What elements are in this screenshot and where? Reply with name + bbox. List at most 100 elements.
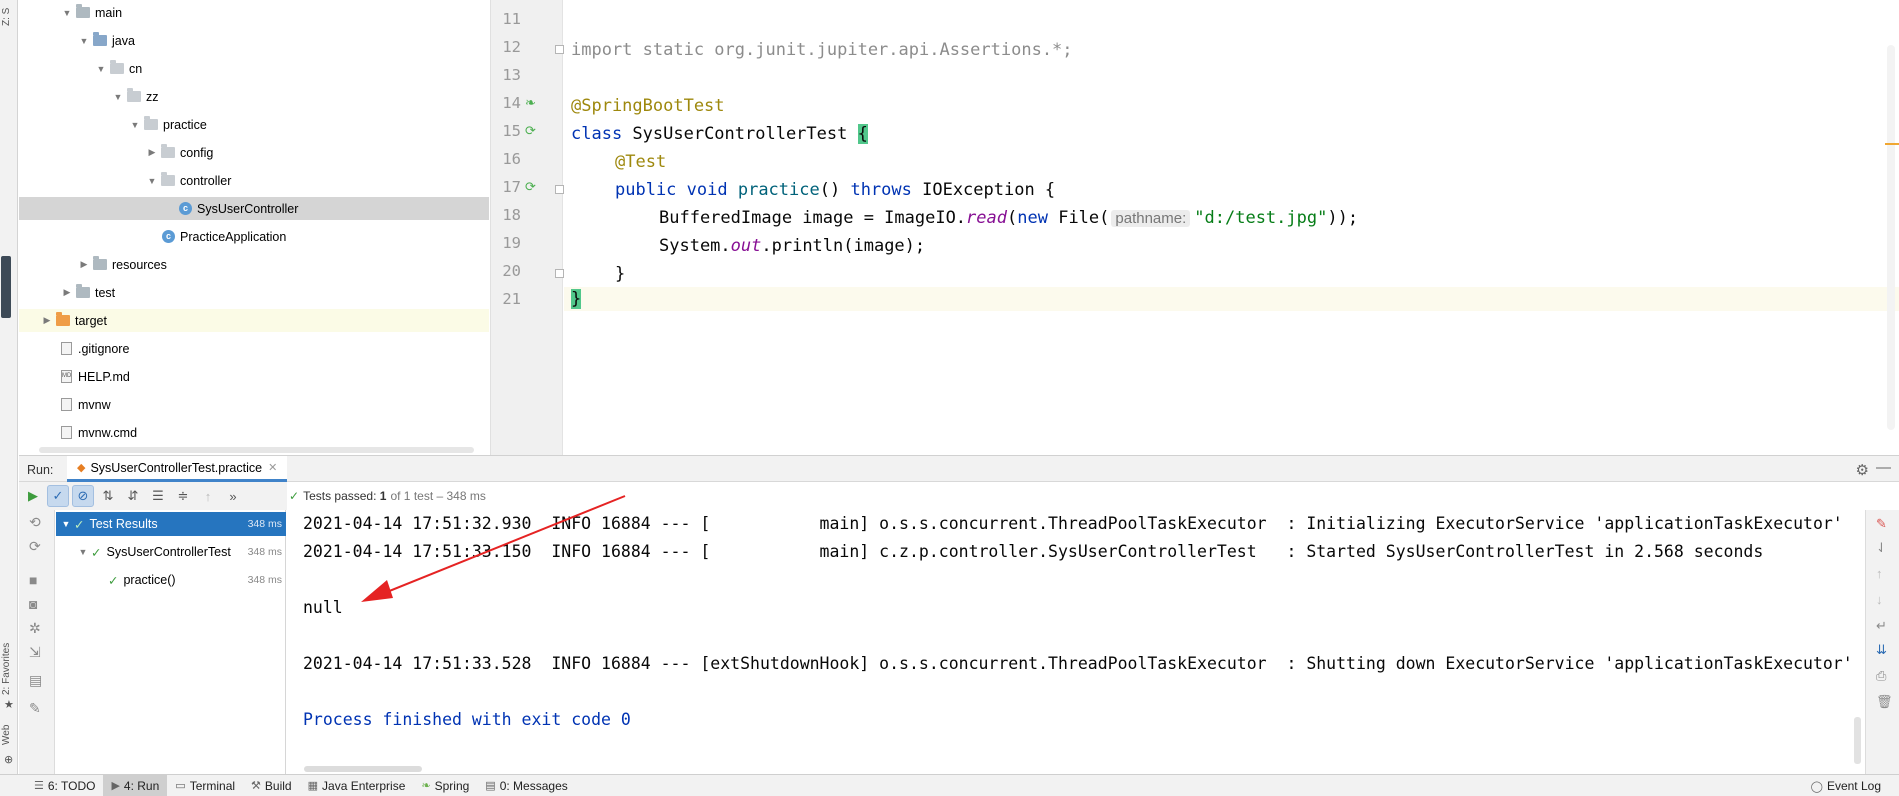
class-icon: c bbox=[162, 230, 175, 243]
file-icon bbox=[61, 398, 72, 411]
minimize-icon[interactable]: — bbox=[1876, 459, 1891, 476]
settings-icon[interactable]: ✲ bbox=[29, 620, 41, 637]
project-horizontal-scrollbar[interactable] bbox=[39, 447, 474, 453]
star-icon: ★ bbox=[4, 699, 14, 711]
tree-item-test[interactable]: ▶ test bbox=[19, 281, 489, 304]
test-class-item[interactable]: ▼ ✓ SysUserControllerTest 348 ms bbox=[56, 540, 286, 564]
stop-icon[interactable]: ■ bbox=[29, 572, 37, 588]
code-line-14: @SpringBootTest bbox=[571, 94, 725, 118]
camera-icon[interactable]: ◙ bbox=[29, 596, 37, 612]
run-test-icon[interactable]: ⟳ bbox=[525, 123, 536, 139]
down-icon[interactable]: ↓ bbox=[1876, 592, 1883, 607]
tree-item-resources[interactable]: ▶ resources bbox=[19, 253, 489, 276]
rerun-failed-icon[interactable]: ⟲ bbox=[29, 514, 41, 531]
clear-marker-icon[interactable]: ✎ bbox=[1876, 516, 1887, 532]
sort-alphabetically-icon[interactable]: ⇅ bbox=[97, 485, 119, 507]
tree-item-practiceapplication[interactable]: c PracticeApplication bbox=[19, 225, 489, 248]
run-test-icon[interactable]: ⟳ bbox=[525, 179, 536, 195]
chevron-down-icon[interactable]: ▼ bbox=[78, 36, 90, 46]
pin-icon[interactable]: ✎ bbox=[29, 700, 41, 717]
toggle-auto-test-icon[interactable]: ⟳ bbox=[29, 538, 41, 555]
bottom-tab-label: 0: Messages bbox=[499, 778, 568, 793]
layout-icon[interactable]: ▤ bbox=[29, 672, 42, 689]
line-number: 11 bbox=[502, 10, 521, 28]
tree-item-zz[interactable]: ▼ zz bbox=[19, 85, 489, 108]
chevron-down-icon[interactable]: ▼ bbox=[112, 92, 124, 102]
chevron-down-icon[interactable]: ▼ bbox=[95, 64, 107, 74]
left-tool-strip: Z: S 2: Favorites ★ Web ⊕ bbox=[0, 0, 18, 774]
show-passed-icon[interactable]: ✓ bbox=[47, 485, 69, 507]
structure-tab[interactable]: Z: S bbox=[1, 2, 17, 32]
chevron-down-icon[interactable]: ▼ bbox=[60, 519, 72, 529]
terminal-tab[interactable]: ▭ Terminal bbox=[167, 775, 243, 796]
fold-icon[interactable] bbox=[555, 45, 564, 54]
chevron-right-icon[interactable]: ▶ bbox=[61, 287, 73, 298]
chevron-down-icon[interactable]: ▼ bbox=[61, 8, 73, 18]
tree-item-help-md[interactable]: MD HELP.md bbox=[19, 365, 489, 388]
fold-icon[interactable] bbox=[555, 185, 564, 194]
tree-icon[interactable]: ⇃ bbox=[1876, 540, 1887, 556]
tree-item-target[interactable]: ▶ target bbox=[19, 309, 489, 332]
console-horizontal-scrollbar[interactable] bbox=[304, 766, 422, 772]
chevron-right-icon[interactable]: ▶ bbox=[78, 259, 90, 270]
show-ignored-icon[interactable]: ⊘ bbox=[72, 485, 94, 507]
close-icon[interactable]: ✕ bbox=[268, 461, 277, 474]
event-log-icon: ◯ bbox=[1810, 780, 1823, 793]
scroll-to-end-icon[interactable]: ⇊ bbox=[1876, 642, 1887, 658]
tree-item-controller[interactable]: ▼ controller bbox=[19, 169, 489, 192]
expand-all-icon[interactable]: ☰ bbox=[147, 485, 169, 507]
status-count: 1 bbox=[379, 489, 387, 503]
chevron-down-icon[interactable]: ▼ bbox=[146, 176, 158, 186]
code-token: out bbox=[730, 236, 762, 256]
event-log-tab[interactable]: ◯ Event Log bbox=[1803, 775, 1889, 796]
todo-tab[interactable]: ☰ 6: TODO bbox=[26, 775, 103, 796]
code-editor[interactable]: 11 12 13 14 15 16 17 18 19 20 21 ❧ ⟳ ⟳ i… bbox=[490, 0, 1899, 455]
warning-marker[interactable] bbox=[1885, 143, 1899, 145]
web-tab[interactable]: Web bbox=[1, 720, 17, 750]
code-token: void bbox=[686, 180, 738, 200]
sort-by-duration-icon[interactable]: ⇵ bbox=[122, 485, 144, 507]
test-method-item[interactable]: ✓ practice() 348 ms bbox=[56, 568, 286, 592]
up-icon[interactable]: ↑ bbox=[1876, 566, 1883, 581]
line-number: 18 bbox=[502, 206, 521, 224]
soft-wrap-icon[interactable]: ↵ bbox=[1876, 618, 1887, 634]
tree-item-practice[interactable]: ▼ practice bbox=[19, 113, 489, 136]
chevron-down-icon[interactable]: ▼ bbox=[129, 120, 141, 130]
chevron-right-icon[interactable]: ▶ bbox=[146, 147, 158, 158]
editor-vertical-scrollbar[interactable] bbox=[1887, 45, 1895, 430]
collapse-all-icon[interactable]: ≑ bbox=[172, 485, 194, 507]
spring-bean-icon[interactable]: ❧ bbox=[525, 95, 536, 111]
trash-icon[interactable]: 🗑 bbox=[1876, 694, 1893, 710]
previous-failed-icon[interactable]: ↑ bbox=[197, 485, 219, 507]
more-icon[interactable]: » bbox=[222, 485, 244, 507]
tree-item-gitignore[interactable]: .gitignore bbox=[19, 337, 489, 360]
tree-item-mvnw[interactable]: mvnw bbox=[19, 393, 489, 416]
run-bottom-tab[interactable]: ▶ 4: Run bbox=[103, 774, 168, 796]
tree-item-mvnw-cmd[interactable]: mvnw.cmd bbox=[19, 421, 489, 444]
check-icon: ✓ bbox=[289, 489, 300, 503]
console-output[interactable]: 2021-04-14 17:51:32.930 INFO 16884 --- [… bbox=[287, 510, 1865, 774]
code-token: { bbox=[857, 124, 868, 144]
tree-item-cn[interactable]: ▼ cn bbox=[19, 57, 489, 80]
test-results-root[interactable]: ▼ ✓ Test Results 348 ms bbox=[56, 512, 286, 536]
build-tab[interactable]: ⚒ Build bbox=[243, 775, 300, 796]
tree-item-main[interactable]: ▼ main bbox=[19, 1, 489, 24]
chevron-right-icon[interactable]: ▶ bbox=[41, 315, 53, 326]
tree-item-label: PracticeApplication bbox=[180, 229, 287, 244]
spring-tab[interactable]: ❧ Spring bbox=[413, 775, 477, 796]
chevron-down-icon[interactable]: ▼ bbox=[77, 547, 89, 557]
fold-icon[interactable] bbox=[555, 269, 564, 278]
side-handle[interactable] bbox=[1, 256, 11, 318]
run-tab[interactable]: ◆ SysUserControllerTest.practice ✕ bbox=[67, 456, 288, 482]
import-icon[interactable]: ⇲ bbox=[29, 644, 41, 661]
tree-item-config[interactable]: ▶ config bbox=[19, 141, 489, 164]
tree-item-sysusercontroller[interactable]: c SysUserController bbox=[19, 197, 489, 220]
tree-item-java[interactable]: ▼ java bbox=[19, 29, 489, 52]
messages-tab[interactable]: ▤ 0: Messages bbox=[477, 775, 575, 796]
rerun-icon[interactable]: ▶ bbox=[22, 485, 44, 507]
java-enterprise-tab[interactable]: ▦ Java Enterprise bbox=[300, 775, 414, 796]
gear-icon[interactable]: ⚙ bbox=[1856, 461, 1869, 479]
favorites-tab[interactable]: 2: Favorites bbox=[1, 634, 17, 704]
print-icon[interactable]: ⎙ bbox=[1876, 668, 1886, 684]
console-vertical-scrollbar[interactable] bbox=[1854, 717, 1861, 764]
